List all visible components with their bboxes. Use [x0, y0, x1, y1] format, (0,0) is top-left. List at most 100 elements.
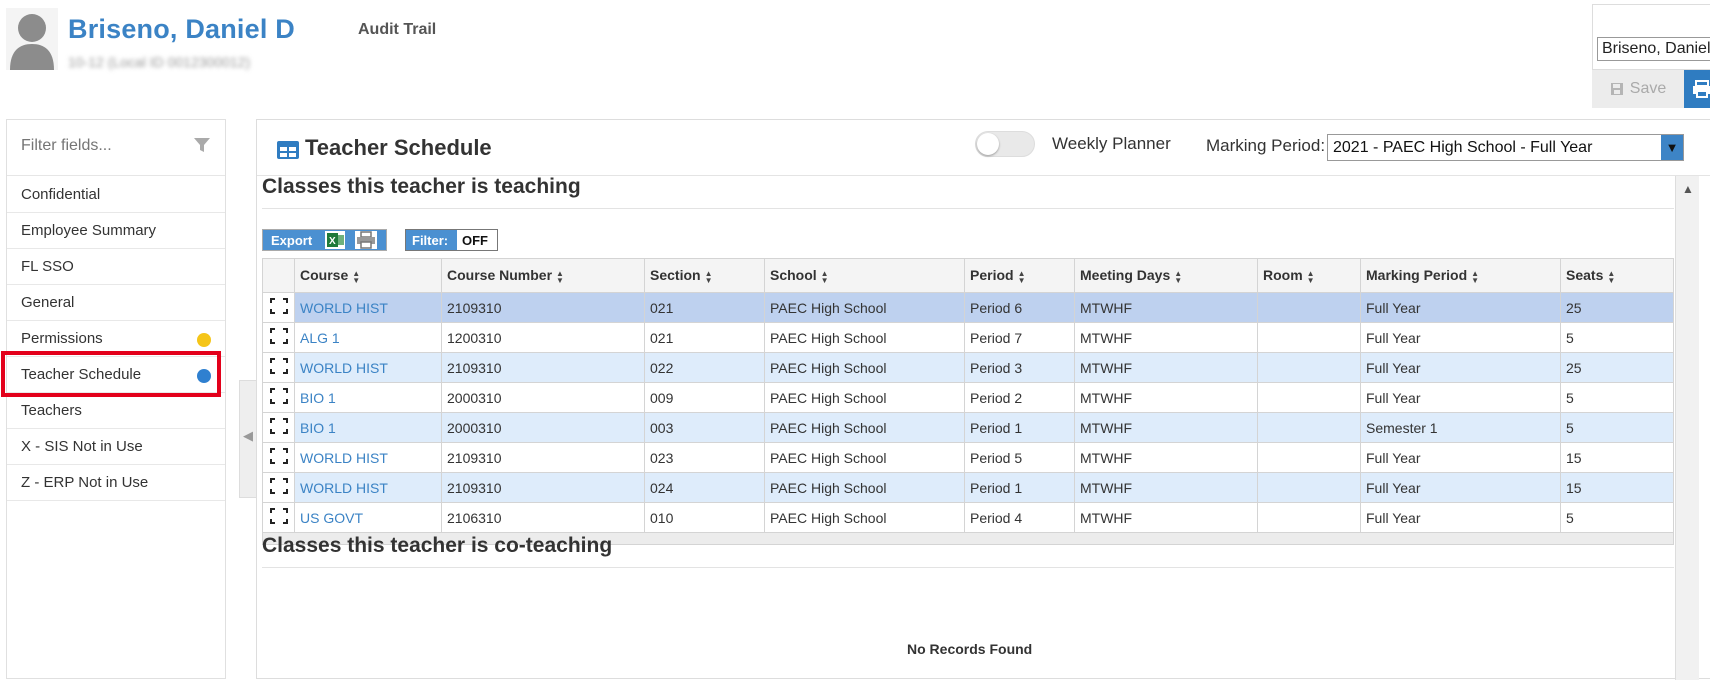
- sort-icon[interactable]: ▲ ▼: [705, 269, 713, 284]
- teaching-section-title: Classes this teacher is teaching: [262, 175, 581, 198]
- table-row[interactable]: US GOVT 2106310 010 PAEC High School Per…: [262, 502, 1674, 533]
- marking-period-cell: Full Year: [1360, 382, 1561, 413]
- table-row[interactable]: WORLD HIST 2109310 022 PAEC High School …: [262, 352, 1674, 383]
- column-label: Seats: [1566, 267, 1604, 284]
- expand-icon: [269, 298, 288, 314]
- course-link[interactable]: WORLD HIST: [294, 442, 442, 473]
- sidebar-item-fl-sso[interactable]: FL SSO: [7, 249, 225, 285]
- marking-period-cell: Full Year: [1360, 292, 1561, 323]
- course-link[interactable]: BIO 1: [294, 412, 442, 443]
- table-grid-icon: [277, 141, 299, 159]
- expand-row-button[interactable]: [262, 292, 295, 323]
- seats-cell: 25: [1560, 292, 1674, 323]
- export-button[interactable]: Export X: [262, 229, 387, 251]
- column-header-seats[interactable]: Seats ▲ ▼: [1560, 258, 1674, 293]
- expand-row-button[interactable]: [262, 442, 295, 473]
- expand-row-button[interactable]: [262, 382, 295, 413]
- excel-icon[interactable]: X: [325, 231, 345, 249]
- meeting-days-cell: MTWHF: [1074, 322, 1258, 353]
- course-link[interactable]: WORLD HIST: [294, 352, 442, 383]
- save-button[interactable]: Save: [1592, 70, 1684, 108]
- course-link[interactable]: ALG 1: [294, 322, 442, 353]
- sort-icon[interactable]: ▲ ▼: [1307, 269, 1315, 284]
- co-teaching-section-title: Classes this teacher is co-teaching: [262, 534, 613, 557]
- column-header-course[interactable]: Course ▲ ▼: [294, 258, 442, 293]
- expand-row-button[interactable]: [262, 412, 295, 443]
- column-header-section[interactable]: Section ▲ ▼: [644, 258, 765, 293]
- column-header-school[interactable]: School ▲ ▼: [764, 258, 965, 293]
- column-header-course-number[interactable]: Course Number ▲ ▼: [441, 258, 645, 293]
- table-row[interactable]: WORLD HIST 2109310 023 PAEC High School …: [262, 442, 1674, 473]
- printer-icon[interactable]: [355, 231, 377, 249]
- column-header-marking-period[interactable]: Marking Period ▲ ▼: [1360, 258, 1561, 293]
- table-row[interactable]: BIO 1 2000310 009 PAEC High School Perio…: [262, 382, 1674, 413]
- sort-icon[interactable]: ▲ ▼: [556, 269, 564, 284]
- funnel-icon[interactable]: [193, 136, 211, 154]
- sidebar-item-confidential[interactable]: Confidential: [7, 177, 225, 213]
- column-label: Marking Period: [1366, 267, 1468, 284]
- sidebar-item-z-erp[interactable]: Z - ERP Not in Use: [7, 465, 225, 501]
- sort-icon[interactable]: ▲ ▼: [1471, 269, 1479, 284]
- column-label: Course: [300, 267, 349, 284]
- column-label: Meeting Days: [1080, 267, 1171, 284]
- meeting-days-cell: MTWHF: [1074, 352, 1258, 383]
- floppy-disk-icon: [1610, 83, 1623, 95]
- expand-row-button[interactable]: [262, 322, 295, 353]
- expand-row-button[interactable]: [262, 352, 295, 383]
- expand-icon: [269, 418, 288, 434]
- course-number-cell: 1200310: [441, 322, 645, 353]
- section-cell: 022: [644, 352, 765, 383]
- table-row[interactable]: WORLD HIST 2109310 021 PAEC High School …: [262, 292, 1674, 323]
- marking-period-cell: Full Year: [1360, 472, 1561, 503]
- school-cell: PAEC High School: [764, 472, 965, 503]
- sidebar-item-x-sis[interactable]: X - SIS Not in Use: [7, 429, 225, 465]
- course-link[interactable]: BIO 1: [294, 382, 442, 413]
- course-link[interactable]: WORLD HIST: [294, 472, 442, 503]
- sort-icon[interactable]: ▲ ▼: [352, 269, 360, 284]
- vertical-scrollbar[interactable]: ▲: [1675, 176, 1699, 680]
- column-header-meeting-days[interactable]: Meeting Days ▲ ▼: [1074, 258, 1258, 293]
- column-label: Period: [970, 267, 1014, 284]
- chevron-down-icon[interactable]: ▼: [1661, 135, 1683, 160]
- print-button[interactable]: [1684, 70, 1710, 108]
- period-cell: Period 4: [964, 502, 1075, 533]
- scroll-up-icon[interactable]: ▲: [1682, 182, 1694, 196]
- school-cell: PAEC High School: [764, 352, 965, 383]
- course-link[interactable]: US GOVT: [294, 502, 442, 533]
- expand-column-header: [262, 258, 295, 293]
- expand-icon: [269, 388, 288, 404]
- table-row[interactable]: ALG 1 1200310 021 PAEC High School Perio…: [262, 322, 1674, 353]
- marking-period-select[interactable]: 2021 - PAEC High School - Full Year ▼: [1327, 134, 1684, 161]
- sort-icon[interactable]: ▲ ▼: [1018, 269, 1026, 284]
- student-search-input[interactable]: Briseno, Daniel D: [1597, 37, 1710, 61]
- audit-trail-link[interactable]: Audit Trail: [358, 21, 436, 39]
- sidebar-item-employee-summary[interactable]: Employee Summary: [7, 213, 225, 249]
- weekly-planner-toggle[interactable]: [975, 131, 1035, 157]
- filter-fields-input[interactable]: [19, 136, 169, 156]
- filter-fields-box: [7, 120, 225, 176]
- sidebar-item-teachers[interactable]: Teachers: [7, 393, 225, 429]
- period-cell: Period 6: [964, 292, 1075, 323]
- expand-row-button[interactable]: [262, 502, 295, 533]
- school-cell: PAEC High School: [764, 382, 965, 413]
- sort-icon[interactable]: ▲ ▼: [1174, 269, 1182, 284]
- sidebar-item-label: Permissions: [21, 330, 103, 347]
- collapse-sidebar-button[interactable]: ◀: [239, 380, 257, 498]
- filter-toggle-button[interactable]: Filter: OFF: [405, 229, 498, 251]
- seats-cell: 25: [1560, 352, 1674, 383]
- expand-icon: [269, 358, 288, 374]
- seats-cell: 5: [1560, 322, 1674, 353]
- column-header-room[interactable]: Room ▲ ▼: [1257, 258, 1361, 293]
- table-row[interactable]: WORLD HIST 2109310 024 PAEC High School …: [262, 472, 1674, 503]
- table-row[interactable]: BIO 1 2000310 003 PAEC High School Perio…: [262, 412, 1674, 443]
- section-cell: 009: [644, 382, 765, 413]
- course-link[interactable]: WORLD HIST: [294, 292, 442, 323]
- printer-icon: [1693, 80, 1710, 98]
- column-header-period[interactable]: Period ▲ ▼: [964, 258, 1075, 293]
- sort-icon[interactable]: ▲ ▼: [821, 269, 829, 284]
- sort-icon[interactable]: ▲ ▼: [1607, 269, 1615, 284]
- expand-row-button[interactable]: [262, 472, 295, 503]
- period-cell: Period 1: [964, 472, 1075, 503]
- sidebar-item-general[interactable]: General: [7, 285, 225, 321]
- svg-text:X: X: [329, 236, 336, 247]
